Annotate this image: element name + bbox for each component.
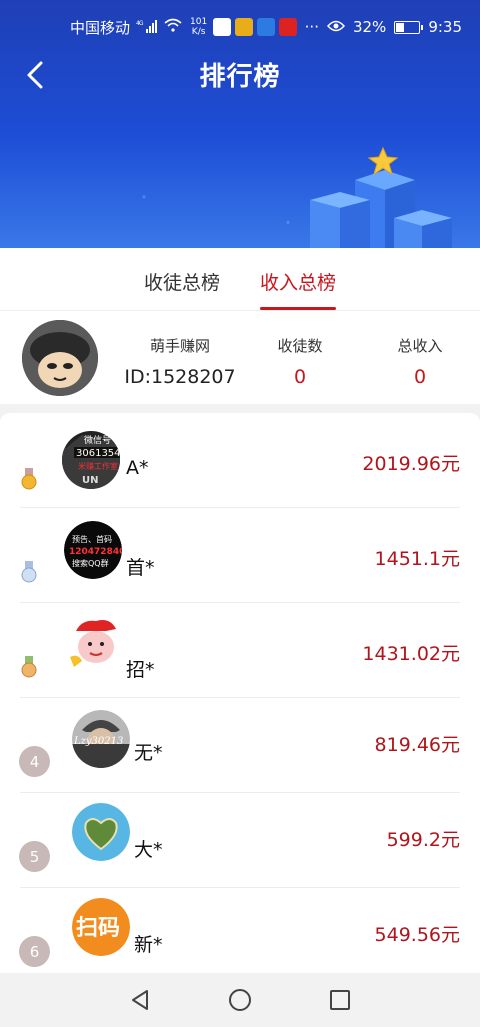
- nav-recents-button[interactable]: [325, 985, 355, 1015]
- svg-text:搜索QQ群: 搜索QQ群: [72, 558, 109, 568]
- list-item[interactable]: 5 大* 599.2元: [0, 793, 480, 888]
- my-id: ID:1528207: [124, 366, 236, 388]
- income-label: 总收入: [397, 337, 443, 355]
- list-item[interactable]: 招* 1431.02元: [0, 603, 480, 698]
- battery-icon: [394, 20, 424, 34]
- user-avatar: [66, 617, 124, 675]
- battery-percent: 32%: [352, 18, 387, 36]
- system-nav-bar: [0, 973, 480, 1027]
- recruit-label: 收徒数: [277, 337, 323, 355]
- more-icon: ···: [304, 18, 319, 36]
- nav-back-button[interactable]: [125, 985, 155, 1015]
- user-income: 599.2元: [386, 829, 460, 851]
- user-income: 549.56元: [374, 924, 460, 946]
- notification-icons: [213, 18, 298, 36]
- header-banner: 中国移动 4G 101 K/s ··· 32% 9:35 排行榜: [0, 0, 480, 248]
- user-name: 新*: [134, 934, 163, 956]
- my-summary: 萌手赚网 ID:1528207 收徒数 0 总收入 0: [0, 310, 480, 404]
- user-name: 首*: [126, 557, 155, 579]
- status-bar: 中国移动 4G 101 K/s ··· 32% 9:35: [0, 0, 480, 54]
- user-income: 1431.02元: [362, 643, 460, 665]
- app-notify-icon: [213, 18, 232, 36]
- user-income: 2019.96元: [362, 453, 460, 475]
- clock: 9:35: [428, 18, 462, 36]
- rank-badge: 5: [19, 841, 50, 872]
- svg-text:120472840: 120472840: [69, 547, 122, 557]
- user-name: A*: [126, 457, 149, 479]
- podium-star-illustration: [310, 146, 452, 248]
- user-avatar: 微信号 3061354 米赚工作室 UN: [62, 431, 120, 489]
- my-name: 萌手赚网: [149, 337, 210, 355]
- app-notify-icon: [279, 18, 298, 36]
- svg-text:Lzy30213: Lzy30213: [73, 736, 123, 747]
- silver-medal-icon: [21, 561, 37, 583]
- user-name: 大*: [134, 839, 163, 861]
- svg-text:米赚工作室: 米赚工作室: [78, 461, 118, 471]
- list-item[interactable]: 6 扫码 新* 549.56元: [0, 888, 480, 973]
- app-notify-icon: [235, 18, 254, 36]
- net-speed: 101 K/s: [190, 17, 207, 37]
- svg-text:UN: UN: [82, 475, 99, 486]
- wifi-icon: [164, 18, 182, 36]
- svg-text:扫码: 扫码: [76, 916, 120, 941]
- circle-home-icon: [229, 989, 251, 1011]
- svg-text:微信号: 微信号: [84, 434, 111, 446]
- income-value: 0: [413, 366, 427, 388]
- gold-medal-icon: [21, 468, 37, 490]
- tab-recruit-total[interactable]: 收徒总榜: [144, 248, 220, 310]
- ranking-list: 微信号 3061354 米赚工作室 UN A* 2019.96元 预告、首码 1…: [0, 413, 480, 973]
- nav-home-button[interactable]: [225, 985, 255, 1015]
- svg-text:预告、首码: 预告、首码: [72, 534, 112, 544]
- square-recents-icon: [330, 990, 350, 1010]
- list-item[interactable]: 4 Lzy30213 无* 819.46元: [0, 698, 480, 793]
- list-item[interactable]: 微信号 3061354 米赚工作室 UN A* 2019.96元: [0, 413, 480, 508]
- svg-text:4G: 4G: [136, 20, 144, 27]
- recruit-value: 0: [293, 366, 307, 388]
- ranking-tabs: 收徒总榜 收入总榜: [0, 248, 480, 310]
- avatar: [22, 320, 98, 396]
- eye-icon: [326, 18, 345, 36]
- bronze-medal-icon: [21, 656, 37, 678]
- recruit-stat: 收徒数 0: [260, 335, 340, 388]
- rank-badge: 4: [19, 746, 50, 777]
- user-name: 招*: [126, 659, 155, 681]
- app-notify-icon: [257, 18, 276, 36]
- net-speed-value: 101: [190, 17, 208, 27]
- list-item[interactable]: 预告、首码 120472840 搜索QQ群 首* 1451.1元: [0, 508, 480, 603]
- my-info: 萌手赚网 ID:1528207: [120, 335, 240, 388]
- triangle-back-icon: [132, 990, 148, 1010]
- tab-income-total[interactable]: 收入总榜: [260, 248, 337, 310]
- page-title: 排行榜: [199, 62, 281, 92]
- user-income: 819.46元: [374, 734, 460, 756]
- user-avatar: Lzy30213: [72, 710, 130, 768]
- user-name: 无*: [134, 742, 163, 764]
- user-avatar: 预告、首码 120472840 搜索QQ群: [64, 521, 122, 579]
- user-avatar: 扫码: [72, 898, 130, 956]
- signal-icon: 4G: [136, 19, 158, 36]
- rank-badge: 6: [19, 936, 50, 967]
- user-avatar: [72, 803, 130, 861]
- user-income: 1451.1元: [374, 548, 460, 570]
- net-speed-unit: K/s: [191, 27, 206, 37]
- income-stat: 总收入 0: [380, 335, 460, 388]
- svg-text:3061354: 3061354: [76, 448, 120, 459]
- carrier-label: 中国移动: [70, 18, 131, 37]
